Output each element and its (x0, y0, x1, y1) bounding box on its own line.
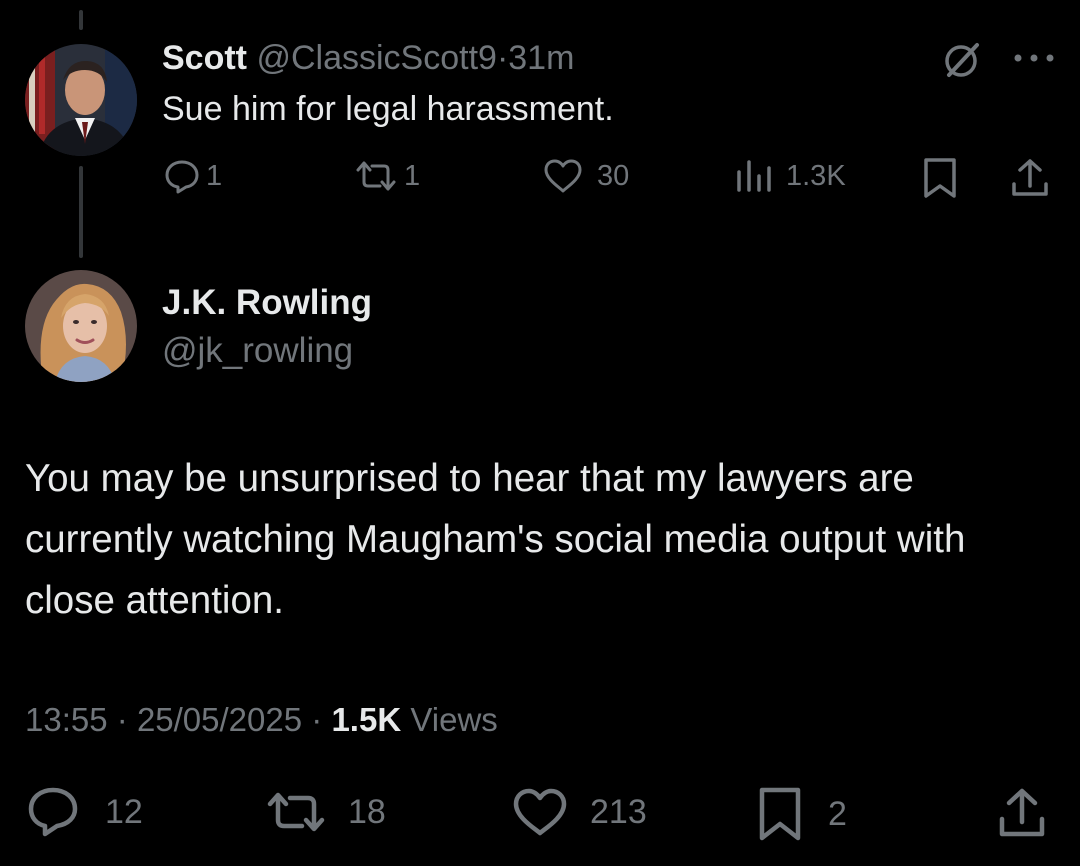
main-date[interactable]: 25/05/2025 (137, 701, 302, 738)
reply-text: Sue him for legal harassment. (162, 90, 614, 128)
repost-icon (267, 792, 325, 832)
main-meta-separator-1: · (116, 701, 128, 738)
reply-like-count: 30 (597, 159, 630, 192)
main-views-label[interactable]: Views (410, 701, 497, 738)
repost-icon (356, 161, 396, 191)
reply-bookmark-button[interactable] (920, 156, 960, 200)
reply-share-button[interactable] (1008, 156, 1052, 200)
views-icon (737, 160, 771, 192)
reply-timestamp[interactable]: 31m (508, 39, 574, 77)
like-icon (513, 788, 567, 836)
reply-header: Scott @ClassicScott9·31m (162, 38, 574, 78)
share-icon (1012, 159, 1048, 196)
reply-avatar[interactable] (25, 44, 137, 156)
main-like-button[interactable]: 213 (512, 786, 647, 838)
main-reply-button[interactable]: 12 (25, 786, 143, 838)
reply-icon (28, 787, 78, 837)
thread-line-top (79, 10, 83, 30)
main-meta-separator-2: · (311, 701, 323, 738)
thread-line-connector (79, 166, 83, 258)
grok-icon[interactable] (940, 40, 982, 82)
main-author-name[interactable]: J.K. Rowling (162, 282, 372, 324)
main-reply-count: 12 (105, 792, 143, 831)
main-author-handle[interactable]: @jk_rowling (162, 330, 353, 372)
reply-views-button[interactable]: 1.3K (734, 156, 846, 196)
main-tweet-text: You may be unsurprised to hear that my l… (25, 457, 966, 622)
reply-header-separator: · (496, 39, 509, 77)
reply-like-button[interactable]: 30 (541, 156, 629, 196)
main-time[interactable]: 13:55 (25, 701, 108, 738)
main-like-count: 213 (590, 792, 647, 831)
main-repost-button[interactable]: 18 (266, 786, 386, 838)
main-bookmark-button[interactable]: 2 (756, 786, 847, 842)
main-meta: 13:55 · 25/05/2025 · 1.5K Views (25, 700, 498, 740)
reply-author-name[interactable]: Scott (162, 39, 247, 77)
share-icon (999, 788, 1045, 837)
reply-views-count: 1.3K (786, 159, 846, 192)
more-icon[interactable] (1012, 48, 1056, 68)
bookmark-icon (924, 158, 956, 198)
main-bookmark-count: 2 (828, 794, 847, 833)
reply-repost-count: 1 (404, 159, 421, 192)
bookmark-icon (759, 787, 801, 841)
main-avatar[interactable] (25, 270, 137, 382)
like-icon (544, 159, 582, 193)
main-repost-count: 18 (348, 792, 386, 831)
reply-author-handle[interactable]: @ClassicScott9 (256, 39, 496, 77)
main-share-button[interactable] (996, 786, 1048, 840)
reply-icon (165, 160, 199, 194)
reply-reply-button[interactable]: 1 (162, 156, 222, 196)
reply-reply-count: 1 (206, 159, 223, 192)
main-views-count[interactable]: 1.5K (331, 701, 401, 738)
reply-repost-button[interactable]: 1 (352, 156, 420, 196)
